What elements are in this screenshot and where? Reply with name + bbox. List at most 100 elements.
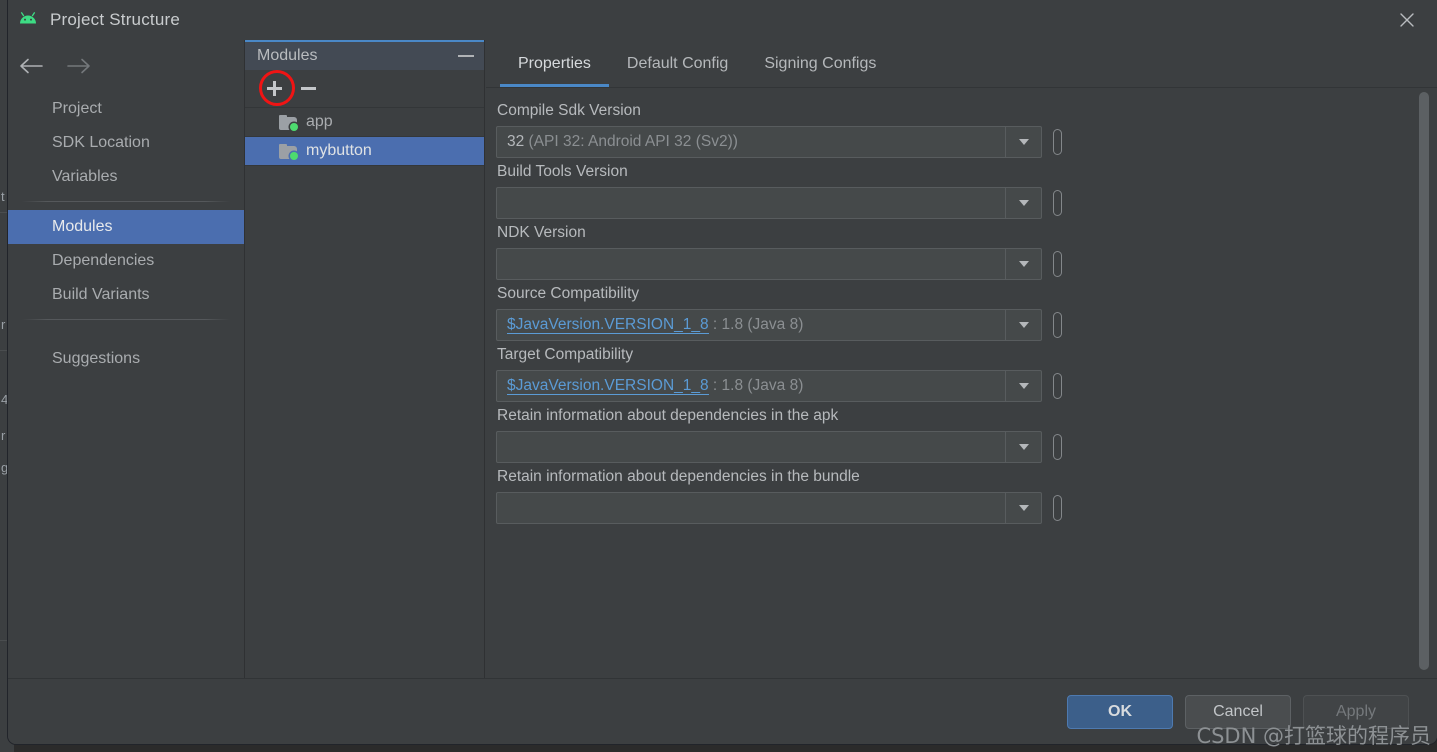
modules-panel-title: Modules bbox=[257, 47, 318, 64]
list-item-label: app bbox=[306, 113, 333, 130]
field-label: Source Compatibility bbox=[497, 285, 640, 302]
field-label: NDK Version bbox=[497, 224, 586, 241]
sidebar-item-variables[interactable]: Variables bbox=[8, 160, 244, 194]
tab-label: Properties bbox=[518, 54, 591, 72]
chevron-down-icon[interactable] bbox=[1005, 432, 1041, 462]
bleed-char: r bbox=[1, 317, 6, 332]
sidebar-item-label: Suggestions bbox=[52, 350, 141, 367]
variable-picker-handle-icon[interactable] bbox=[1053, 373, 1062, 399]
retain-dependencies-bundle-combobox[interactable] bbox=[496, 492, 1042, 524]
nav-history-controls bbox=[16, 48, 94, 84]
field-retain-dependencies-bundle: Retain information about dependencies in… bbox=[496, 468, 1437, 524]
field-build-tools-version: Build Tools Version bbox=[496, 163, 1437, 219]
field-compile-sdk-version: Compile Sdk Version 32 (API 32: Android … bbox=[496, 102, 1437, 158]
field-ndk-version: NDK Version bbox=[496, 224, 1437, 280]
variable-picker-handle-icon[interactable] bbox=[1053, 129, 1062, 155]
sidebar-item-label: Build Variants bbox=[52, 286, 150, 303]
tab-label: Signing Configs bbox=[764, 54, 877, 72]
field-target-compatibility: Target Compatibility $JavaVersion.VERSIO… bbox=[496, 346, 1437, 402]
sidebar-item-project[interactable]: Project bbox=[8, 92, 244, 126]
minimize-icon[interactable] bbox=[458, 55, 474, 57]
list-item[interactable]: mybutton bbox=[245, 137, 484, 166]
ok-button[interactable]: OK bbox=[1067, 694, 1173, 729]
tab-properties[interactable]: Properties bbox=[500, 40, 609, 87]
tab-default-config[interactable]: Default Config bbox=[609, 40, 746, 87]
chevron-down-icon[interactable] bbox=[1005, 493, 1041, 523]
properties-form-scroll: Compile Sdk Version 32 (API 32: Android … bbox=[486, 88, 1437, 678]
add-module-button[interactable] bbox=[259, 76, 289, 102]
bleed-char: r bbox=[1, 428, 6, 443]
arrow-left-icon[interactable] bbox=[16, 53, 46, 79]
sidebar-item-label: Project bbox=[52, 100, 102, 117]
variable-picker-handle-icon[interactable] bbox=[1053, 312, 1062, 338]
android-robot-icon bbox=[18, 8, 42, 32]
variable-picker-handle-icon[interactable] bbox=[1053, 495, 1062, 521]
sidebar-item-sdk-location[interactable]: SDK Location bbox=[8, 126, 244, 160]
variable-picker-handle-icon[interactable] bbox=[1053, 190, 1062, 216]
dialog-body: Project SDK Location Variables Modules D… bbox=[8, 40, 1437, 678]
ok-button-label: OK bbox=[1108, 702, 1132, 720]
properties-vertical-scrollbar[interactable] bbox=[1419, 92, 1429, 670]
dialog-titlebar: Project Structure bbox=[8, 0, 1437, 40]
dialog-title: Project Structure bbox=[50, 10, 181, 29]
tab-bar: Properties Default Config Signing Config… bbox=[486, 40, 1437, 88]
properties-pane: Properties Default Config Signing Config… bbox=[486, 40, 1437, 678]
sidebar-item-label: Modules bbox=[52, 218, 113, 235]
retain-dependencies-apk-combobox[interactable] bbox=[496, 431, 1042, 463]
csdn-watermark: CSDN @打篮球的程序员 bbox=[1196, 724, 1431, 748]
list-item-label: mybutton bbox=[306, 142, 372, 159]
sidebar-item-label: Variables bbox=[52, 168, 118, 185]
module-folder-icon bbox=[279, 143, 298, 160]
apply-button-label: Apply bbox=[1335, 702, 1377, 720]
field-label: Retain information about dependencies in… bbox=[497, 468, 860, 485]
sidebar-item-suggestions[interactable]: Suggestions bbox=[8, 342, 244, 376]
field-label: Build Tools Version bbox=[497, 163, 628, 180]
sidebar-item-modules[interactable]: Modules bbox=[8, 210, 244, 244]
field-label: Compile Sdk Version bbox=[497, 102, 641, 119]
plus-icon bbox=[266, 81, 282, 96]
modules-panel-header: Modules bbox=[245, 40, 484, 70]
modules-panel: Modules app mybutton bbox=[245, 40, 485, 678]
chevron-down-icon[interactable] bbox=[1005, 310, 1041, 340]
compile-sdk-version-combobox[interactable]: 32 (API 32: Android API 32 (Sv2)) bbox=[496, 126, 1042, 158]
list-item[interactable]: app bbox=[245, 108, 484, 137]
sidebar-item-label: SDK Location bbox=[52, 134, 150, 151]
variable-picker-handle-icon[interactable] bbox=[1053, 251, 1062, 277]
sidebar-divider bbox=[22, 201, 230, 202]
sidebar-item-dependencies[interactable]: Dependencies bbox=[8, 244, 244, 278]
arrow-right-icon bbox=[64, 53, 94, 79]
source-compatibility-combobox[interactable]: $JavaVersion.VERSION_1_8 : 1.8 (Java 8) bbox=[496, 309, 1042, 341]
combobox-value: $JavaVersion.VERSION_1_8 : 1.8 (Java 8) bbox=[507, 377, 804, 395]
field-label: Target Compatibility bbox=[497, 346, 634, 363]
tab-signing-configs[interactable]: Signing Configs bbox=[746, 40, 894, 87]
chevron-down-icon[interactable] bbox=[1005, 127, 1041, 157]
field-label: Retain information about dependencies in… bbox=[497, 407, 839, 424]
bleed-char: t bbox=[1, 189, 5, 204]
cancel-button-label: Cancel bbox=[1213, 702, 1263, 720]
remove-module-button[interactable] bbox=[293, 76, 323, 102]
variable-picker-handle-icon[interactable] bbox=[1053, 434, 1062, 460]
chevron-down-icon[interactable] bbox=[1005, 371, 1041, 401]
scrollbar-thumb[interactable] bbox=[1419, 92, 1429, 670]
chevron-down-icon[interactable] bbox=[1005, 249, 1041, 279]
left-navigation-panel: Project SDK Location Variables Modules D… bbox=[8, 40, 245, 678]
nav-list: Project SDK Location Variables Modules D… bbox=[8, 92, 244, 376]
module-folder-icon bbox=[279, 114, 298, 131]
project-structure-dialog: Project Structure Project SDK Location V… bbox=[8, 0, 1437, 744]
combobox-value: 32 (API 32: Android API 32 (Sv2)) bbox=[507, 133, 738, 150]
field-source-compatibility: Source Compatibility $JavaVersion.VERSIO… bbox=[496, 285, 1437, 341]
combobox-value: $JavaVersion.VERSION_1_8 : 1.8 (Java 8) bbox=[507, 316, 804, 334]
ndk-version-combobox[interactable] bbox=[496, 248, 1042, 280]
build-tools-version-combobox[interactable] bbox=[496, 187, 1042, 219]
properties-form: Compile Sdk Version 32 (API 32: Android … bbox=[486, 88, 1437, 524]
sidebar-item-label: Dependencies bbox=[52, 252, 155, 269]
sidebar-item-build-variants[interactable]: Build Variants bbox=[8, 278, 244, 312]
tab-label: Default Config bbox=[626, 54, 729, 72]
modules-toolbar bbox=[245, 70, 484, 108]
minus-icon bbox=[300, 87, 316, 90]
close-icon[interactable] bbox=[1385, 4, 1429, 36]
chevron-down-icon[interactable] bbox=[1005, 188, 1041, 218]
sidebar-divider bbox=[22, 319, 230, 320]
target-compatibility-combobox[interactable]: $JavaVersion.VERSION_1_8 : 1.8 (Java 8) bbox=[496, 370, 1042, 402]
